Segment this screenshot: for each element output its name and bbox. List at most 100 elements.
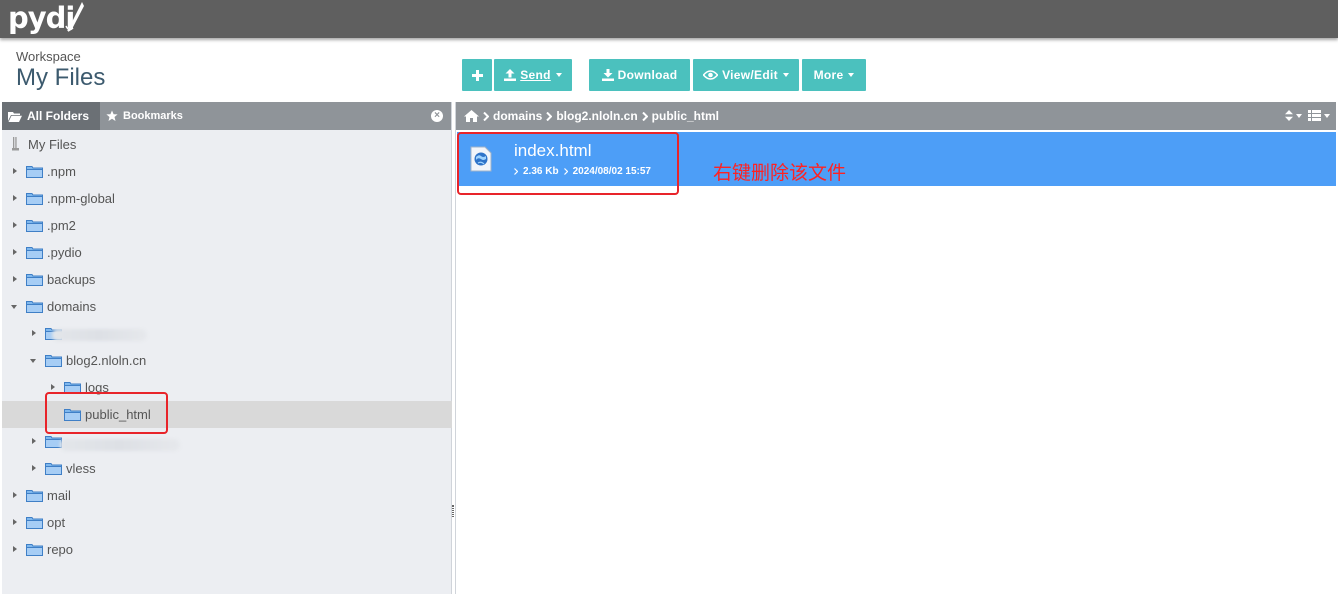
more-button[interactable]: More	[802, 59, 866, 91]
chevron-down-icon	[848, 73, 855, 77]
sort-icon	[1285, 110, 1293, 121]
star-icon	[106, 110, 118, 121]
add-button[interactable]	[462, 59, 492, 91]
chevron-down-icon	[555, 73, 562, 77]
highlight-box-folder	[45, 392, 168, 434]
expand-arrow-icon[interactable]	[13, 195, 17, 201]
tree-item-label: .npm	[47, 164, 76, 179]
tree-item-label: opt	[47, 515, 66, 530]
grid-view-icon	[1308, 110, 1321, 121]
tab-bookmarks[interactable]: Bookmarks	[102, 102, 183, 130]
highlight-box-file	[457, 132, 679, 195]
collapse-arrow-icon[interactable]	[11, 305, 17, 309]
tree-item-pydio[interactable]: .pydio	[2, 239, 452, 266]
download-label: Download	[617, 68, 678, 82]
tree-item-label: backups	[47, 272, 96, 287]
folder-icon	[26, 220, 43, 232]
chevron-right-icon	[483, 111, 489, 121]
chevron-right-icon	[641, 111, 648, 121]
tree-item-label: vless	[66, 461, 96, 476]
top-bar: pydi	[0, 0, 1338, 38]
chevron-right-icon	[546, 111, 553, 121]
folder-icon	[26, 490, 43, 502]
tree-item-pm2[interactable]: .pm2	[2, 212, 452, 239]
tree-item-label: .pm2	[47, 218, 76, 233]
expand-arrow-icon[interactable]	[13, 168, 17, 174]
chevron-down-icon	[1324, 113, 1330, 118]
view-controls	[1285, 110, 1330, 121]
tree-item-opt[interactable]: opt	[2, 509, 452, 536]
page-title: My Files	[16, 64, 106, 91]
expand-arrow-icon[interactable]	[32, 438, 36, 444]
close-panel-icon[interactable]: ×	[431, 110, 443, 122]
tree-item-repo[interactable]: repo	[2, 536, 452, 563]
breadcrumb-item[interactable]: blog2.nloln.cn	[556, 109, 637, 123]
tree-item-label: .npm-global	[47, 191, 115, 206]
workspace-label: Workspace	[16, 49, 81, 64]
redacted-label	[52, 329, 147, 341]
folder-icon	[26, 544, 43, 556]
tree-item-label: mail	[47, 488, 71, 503]
tab-bookmarks-label: Bookmarks	[123, 110, 183, 122]
collapse-arrow-icon[interactable]	[30, 359, 36, 363]
view-mode-button[interactable]	[1308, 110, 1330, 121]
folder-icon	[26, 274, 43, 286]
expand-arrow-icon[interactable]	[32, 465, 36, 471]
folder-tree-panel: All Folders Bookmarks × My Files .npm .n…	[2, 102, 452, 594]
send-button[interactable]: Send	[494, 59, 572, 91]
chevron-down-icon	[782, 73, 789, 77]
tree-item-redacted-domain[interactable]	[2, 320, 452, 347]
sort-button[interactable]	[1285, 110, 1302, 121]
drive-icon	[12, 137, 19, 151]
panel-resize-handle[interactable]	[452, 505, 454, 517]
expand-arrow-icon[interactable]	[13, 222, 17, 228]
folder-icon	[26, 193, 43, 205]
tree-item-my-files[interactable]: My Files	[2, 131, 452, 158]
logo-pen-icon	[65, 2, 85, 32]
expand-arrow-icon[interactable]	[13, 249, 17, 255]
folder-icon	[45, 355, 62, 367]
download-button[interactable]: Download	[589, 59, 690, 91]
more-label: More	[813, 68, 844, 82]
tab-all-folders-label: All Folders	[27, 109, 90, 123]
tree-item-label: repo	[47, 542, 74, 557]
expand-arrow-icon[interactable]	[13, 546, 17, 552]
folder-icon	[26, 517, 43, 529]
tree-item-label: My Files	[28, 137, 77, 152]
plus-icon	[471, 69, 483, 81]
breadcrumb: domains blog2.nloln.cn public_html	[456, 102, 1336, 130]
tree-item-npm[interactable]: .npm	[2, 158, 452, 185]
tree-item-label: blog2.nloln.cn	[66, 353, 147, 368]
expand-arrow-icon[interactable]	[13, 519, 17, 525]
folder-icon	[26, 247, 43, 259]
chevron-down-icon	[1296, 113, 1302, 118]
send-label: Send	[520, 68, 551, 82]
expand-arrow-icon[interactable]	[32, 330, 36, 336]
home-icon[interactable]	[464, 110, 479, 122]
view-edit-button[interactable]: View/Edit	[693, 59, 799, 91]
left-panel-tabs: All Folders Bookmarks ×	[2, 102, 451, 130]
breadcrumb-item[interactable]: domains	[493, 109, 542, 123]
tree-item-vless[interactable]: vless	[2, 455, 452, 482]
folder-icon	[26, 166, 43, 178]
tree-item-label: .pydio	[47, 245, 82, 260]
tree-item-blog2[interactable]: blog2.nloln.cn	[2, 347, 452, 374]
expand-arrow-icon[interactable]	[13, 492, 17, 498]
eye-icon	[703, 70, 719, 80]
redacted-label	[60, 439, 180, 451]
tree-item-mail[interactable]: mail	[2, 482, 452, 509]
tree-item-domains[interactable]: domains	[2, 293, 452, 320]
folder-open-icon	[8, 111, 22, 122]
breadcrumb-item[interactable]: public_html	[652, 109, 719, 123]
folder-icon	[26, 301, 43, 313]
expand-arrow-icon[interactable]	[13, 276, 17, 282]
annotation-text: 右键删除该文件	[713, 163, 847, 184]
tree-item-label: domains	[47, 299, 97, 314]
upload-icon	[504, 69, 517, 81]
expand-arrow-icon[interactable]	[51, 384, 55, 390]
tree-item-npm-global[interactable]: .npm-global	[2, 185, 452, 212]
tab-all-folders[interactable]: All Folders	[2, 102, 100, 130]
tree-item-backups[interactable]: backups	[2, 266, 452, 293]
folder-icon	[45, 463, 62, 475]
download-icon	[601, 69, 614, 81]
